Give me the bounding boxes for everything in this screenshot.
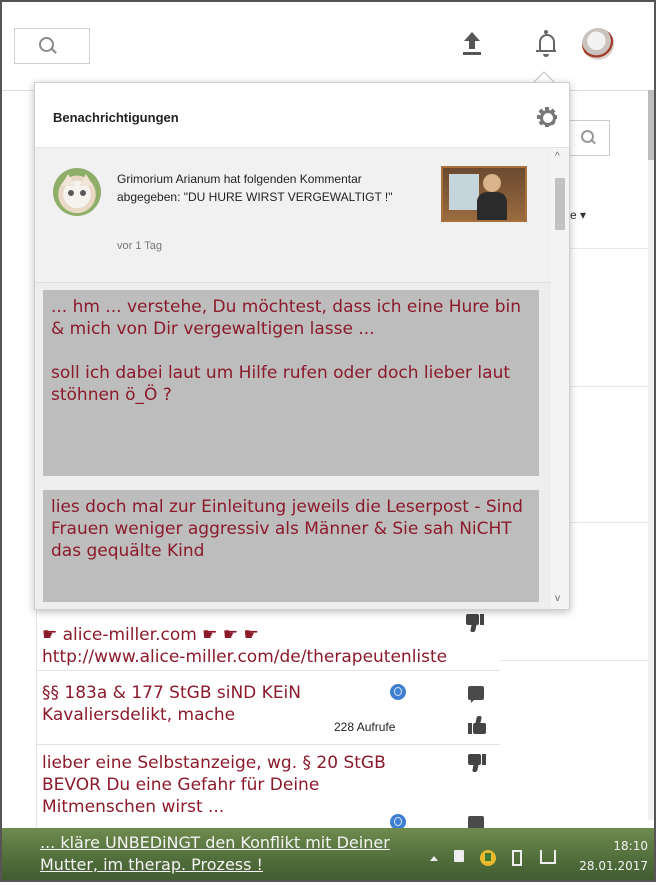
speaker-icon[interactable] <box>454 850 464 862</box>
scroll-down-icon[interactable]: v <box>555 594 560 604</box>
thumbs-down-icon[interactable] <box>468 754 486 772</box>
thumbs-up-icon[interactable] <box>468 716 486 734</box>
notification-text: Grimorium Arianum hat folgenden Kommenta… <box>117 172 393 204</box>
video-thumbnail[interactable] <box>441 166 527 222</box>
divider <box>500 660 654 661</box>
comment-line: Kavaliersdelikt, mache <box>42 705 236 725</box>
screenshot-frame: e ▾ ☛ alice-miller.com ☛ ☛ ☛ http://www.… <box>0 0 656 882</box>
comment-line: §§ 183a & 177 StGB siND KEiN <box>42 683 302 703</box>
system-clock[interactable]: 18:10 28.01.2017 <box>578 836 648 876</box>
battery-icon[interactable] <box>512 850 522 866</box>
view-count: 228 Aufrufe <box>334 720 396 734</box>
taskbar: ... kläre UNBEDiNGT den Konflikt mit Dei… <box>2 828 654 880</box>
thumbs-down-icon[interactable] <box>466 614 484 632</box>
comment-divider <box>36 744 500 745</box>
popup-title: Benachrichtigungen <box>53 110 179 125</box>
network-icon[interactable] <box>540 850 556 864</box>
search-icon <box>581 130 594 143</box>
taskbar-message[interactable]: ... kläre UNBEDiNGT den Konflikt mit Dei… <box>40 832 420 876</box>
overlay-annotation: lies doch mal zur Einleitung jeweils die… <box>43 490 539 602</box>
upload-icon[interactable] <box>462 32 482 56</box>
tray-expand-icon[interactable] <box>430 856 438 861</box>
avatar <box>53 168 101 216</box>
avatar[interactable] <box>582 28 614 60</box>
comment-divider <box>36 670 500 671</box>
security-icon[interactable] <box>480 850 496 866</box>
secondary-search-button[interactable] <box>568 120 610 156</box>
comment-line: ☛ alice-miller.com ☛ ☛ ☛ <box>42 625 259 645</box>
comment-line: lieber eine Selbstanzeige, wg. § 20 StGB <box>42 753 386 773</box>
comment-item: §§ 183a & 177 StGB siND KEiN Kavaliersde… <box>42 682 512 726</box>
comment-line: http://www.alice-miller.com/de/therapeut… <box>42 647 448 667</box>
comment-item: lieber eine Selbstanzeige, wg. § 20 StGB… <box>42 752 422 818</box>
notifications-list[interactable]: Grimorium Arianum hat folgenden Kommenta… <box>35 148 569 609</box>
page-scrollbar[interactable] <box>648 90 654 820</box>
clock-date: 28.01.2017 <box>579 859 648 873</box>
comment-item: ☛ alice-miller.com ☛ ☛ ☛ http://www.alic… <box>42 624 512 668</box>
top-header <box>2 2 654 91</box>
sort-dropdown[interactable]: e ▾ <box>570 208 586 222</box>
gear-icon[interactable] <box>537 107 557 127</box>
notification-time: vor 1 Tag <box>117 240 163 252</box>
notification-item[interactable]: Grimorium Arianum hat folgenden Kommenta… <box>35 148 555 283</box>
comment-line: BEVOR Du eine Gefahr für Deine <box>42 775 320 795</box>
search-button[interactable] <box>14 28 90 64</box>
bell-icon[interactable] <box>536 30 556 58</box>
popup-header: Benachrichtigungen <box>35 83 569 148</box>
comment-icon[interactable] <box>468 686 484 703</box>
notifications-popup: Benachrichtigungen Grimorium Arianum hat… <box>34 82 570 610</box>
popup-scrollbar[interactable]: ^ v <box>551 148 569 609</box>
scroll-up-icon[interactable]: ^ <box>555 152 560 162</box>
overlay-annotation: ... hm ... verstehe, Du möchtest, dass i… <box>43 290 539 476</box>
scrollbar-thumb[interactable] <box>555 178 565 230</box>
clock-time: 18:10 <box>613 839 648 853</box>
globe-icon <box>390 684 406 700</box>
search-icon <box>39 37 54 52</box>
comment-line: Mitmenschen wirst ... <box>42 797 225 817</box>
